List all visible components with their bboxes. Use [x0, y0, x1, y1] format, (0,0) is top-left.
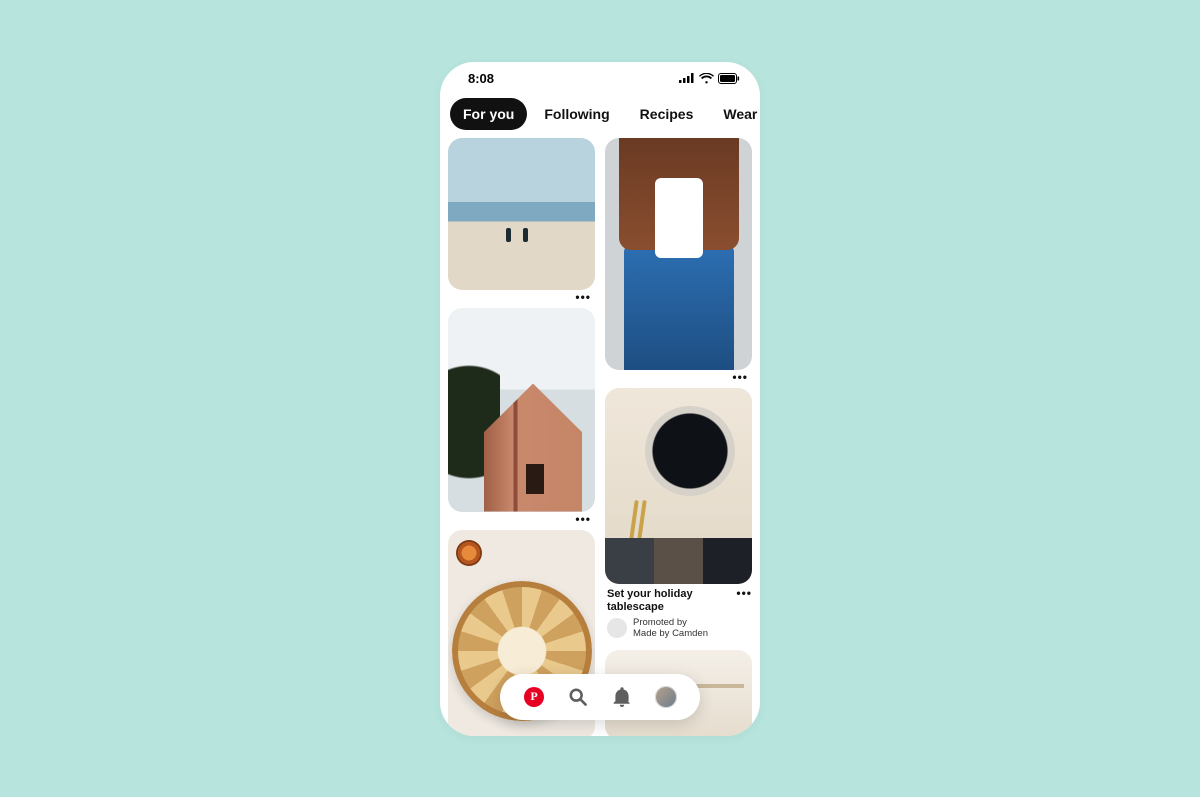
pin-thumb[interactable]	[605, 138, 752, 370]
search-icon	[568, 687, 588, 707]
promo-meta[interactable]: Promoted by Made by Camden	[605, 617, 752, 644]
bell-icon	[613, 687, 631, 707]
pin-thumb[interactable]	[605, 388, 752, 584]
tab-wear[interactable]: Wear	[710, 98, 760, 130]
nav-home[interactable]	[521, 684, 547, 710]
pin-house[interactable]: •••	[448, 308, 595, 524]
tab-recipes[interactable]: Recipes	[627, 98, 707, 130]
promo-avatar[interactable]	[607, 618, 627, 638]
pin-jacket[interactable]: •••	[605, 138, 752, 382]
nav-search[interactable]	[565, 684, 591, 710]
pin-more-icon[interactable]: •••	[575, 292, 591, 302]
promo-byline: Promoted by Made by Camden	[633, 617, 708, 640]
status-time: 8:08	[468, 71, 494, 86]
tab-following[interactable]: Following	[531, 98, 622, 130]
tab-for-you[interactable]: For you	[450, 98, 527, 130]
battery-icon	[718, 73, 740, 84]
pin-more-icon[interactable]: •••	[736, 584, 752, 598]
feed-col-left: ••• •••	[448, 138, 595, 736]
pin-more-icon[interactable]: •••	[732, 372, 748, 382]
feed-tabs: For you Following Recipes Wear	[440, 92, 760, 138]
pin-thumb[interactable]	[448, 138, 595, 290]
feed-col-right: ••• Set your holiday tablescape ••• Prom…	[605, 138, 752, 736]
phone-frame: 8:08 For you Following Recipes Wear •••	[440, 62, 760, 736]
pin-thumb[interactable]	[448, 308, 595, 512]
cellular-icon	[679, 73, 695, 83]
promo-title: Set your holiday tablescape	[605, 584, 736, 618]
status-indicators	[679, 73, 740, 84]
feed[interactable]: ••• ••• •••	[440, 138, 760, 736]
avatar	[655, 686, 677, 708]
status-bar: 8:08	[440, 62, 760, 92]
bottom-nav	[500, 674, 700, 720]
pin-more-icon[interactable]: •••	[575, 514, 591, 524]
pin-tablescape-promo[interactable]: Set your holiday tablescape ••• Promoted…	[605, 388, 752, 644]
wifi-icon	[699, 73, 714, 84]
pinterest-icon	[524, 687, 544, 707]
nav-notifications[interactable]	[609, 684, 635, 710]
pin-beach[interactable]: •••	[448, 138, 595, 302]
nav-profile[interactable]	[653, 684, 679, 710]
